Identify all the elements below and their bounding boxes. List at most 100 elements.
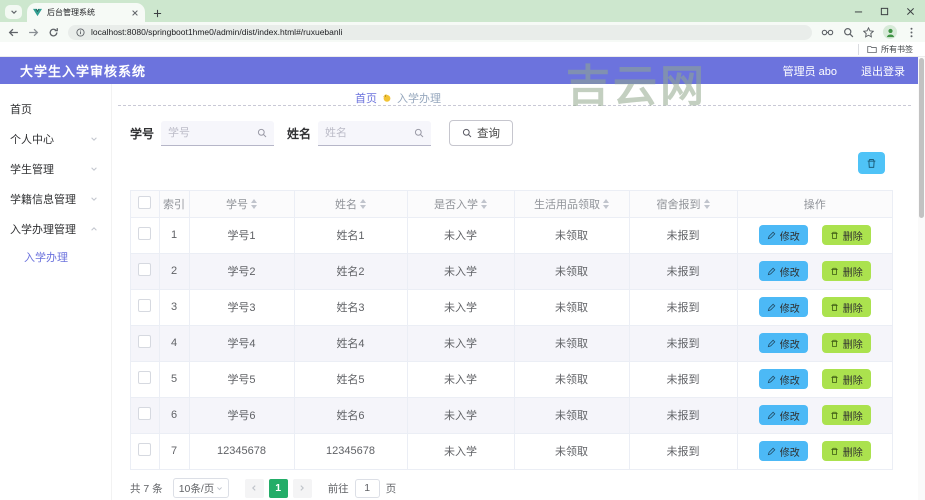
sidebar-item-student-management[interactable]: 学生管理 [0,154,111,184]
goto-page-input[interactable] [354,478,380,498]
col-header-index: 索引 [159,191,190,218]
row-checkbox[interactable] [138,227,152,240]
new-tab-button[interactable] [153,9,162,18]
sort-icons[interactable] [481,198,487,209]
col-header-enrolled[interactable]: 是否入学 [407,191,515,218]
cell-actions: 修改 删除 [737,289,892,326]
url-bar[interactable]: localhost:8080/springboot1hme0/admin/dis… [68,24,812,40]
row-checkbox[interactable] [138,407,152,420]
delete-button[interactable]: 删除 [821,225,871,245]
edit-button[interactable]: 修改 [758,333,808,353]
col-header-actions: 操作 [737,191,892,218]
back-icon[interactable] [8,27,19,38]
forward-icon[interactable] [28,27,39,38]
cell-dorm: 未报到 [629,253,738,290]
chick-icon [382,94,391,102]
row-checkbox[interactable] [138,335,152,348]
edit-button[interactable]: 修改 [758,261,808,281]
scrollbar-thumb[interactable] [919,58,924,218]
name-input[interactable] [325,126,415,139]
row-checkbox[interactable] [138,263,152,276]
tab-close-icon[interactable] [131,9,139,17]
table-body: 1 学号1 姓名1 未入学 未领取 未报到 修改 删除 2 学号2 姓名2 未入… [131,217,892,470]
cell-supplies: 未领取 [514,361,630,398]
query-button[interactable]: 查询 [449,120,514,146]
sidebar: 首页 个人中心 学生管理 学籍信息管理 入学办理管理 入学办理 [0,84,112,500]
delete-button[interactable]: 删除 [821,405,871,425]
page-scrollbar[interactable] [918,57,925,500]
row-select-cell [131,361,160,398]
cell-index: 3 [159,289,190,326]
zoom-icon[interactable] [843,27,854,38]
goto-prefix-label: 前往 [327,482,349,495]
select-all-checkbox[interactable] [138,195,152,209]
sort-icons[interactable] [251,198,257,209]
name-label: 姓名 [287,126,312,141]
batch-delete-button[interactable] [858,152,885,174]
cell-supplies: 未领取 [514,289,630,326]
col-header-student-id[interactable]: 学号 [189,191,295,218]
sidebar-item-personal-center[interactable]: 个人中心 [0,124,111,154]
col-header-dorm[interactable]: 宿舍报到 [629,191,738,218]
delete-button[interactable]: 删除 [821,261,871,281]
window-controls [854,0,915,22]
edit-button[interactable]: 修改 [758,405,808,425]
tab-search-button[interactable] [5,5,22,19]
name-field[interactable] [318,120,432,146]
table-row: 6 学号6 姓名6 未入学 未领取 未报到 修改 删除 [131,397,892,434]
cell-supplies: 未领取 [514,433,630,470]
delete-button[interactable]: 删除 [821,441,871,461]
trash-icon [831,411,838,419]
sort-icons[interactable] [360,198,366,209]
browser-menu-icon[interactable] [906,27,917,38]
trash-icon [831,267,838,275]
cell-name: 姓名2 [294,253,408,290]
edit-button[interactable]: 修改 [758,369,808,389]
reload-icon[interactable] [48,27,59,38]
chevron-down-icon [91,167,97,171]
browser-address-bar: localhost:8080/springboot1hme0/admin/dis… [0,22,925,42]
delete-button[interactable]: 删除 [821,297,871,317]
sort-icons[interactable] [603,198,609,209]
cell-enrolled: 未入学 [407,397,515,434]
logout-button[interactable]: 退出登录 [861,63,905,79]
student-id-field[interactable] [161,120,275,146]
site-info-icon[interactable] [76,27,85,37]
student-id-input[interactable] [168,126,258,139]
sidebar-item-home[interactable]: 首页 [0,94,111,124]
delete-button[interactable]: 删除 [821,333,871,353]
edit-button[interactable]: 修改 [758,297,808,317]
page-size-select[interactable]: 10条/页 [172,478,229,498]
bookmarks-bar: 所有书签 [0,42,925,57]
trash-icon [831,375,838,383]
current-page-button[interactable]: 1 [268,478,288,498]
browser-tab[interactable]: 后台管理系统 [27,3,145,22]
next-page-button[interactable] [292,478,312,498]
delete-button[interactable]: 删除 [821,369,871,389]
sidebar-item-enrollment-processing[interactable]: 入学办理 [0,244,111,270]
row-checkbox[interactable] [138,371,152,384]
password-manager-icon[interactable] [821,27,834,38]
close-window-icon[interactable] [906,7,915,16]
cell-dorm: 未报到 [629,397,738,434]
page-size-value: 10条/页 [178,482,215,495]
bookmark-star-icon[interactable] [863,26,874,38]
all-bookmarks-button[interactable]: 所有书签 [858,43,913,55]
sidebar-item-student-status-management[interactable]: 学籍信息管理 [0,184,111,214]
col-header-name[interactable]: 姓名 [294,191,408,218]
maximize-icon[interactable] [880,7,889,16]
sort-icons[interactable] [703,198,710,209]
table-row: 3 学号3 姓名3 未入学 未领取 未报到 修改 删除 [131,289,892,326]
edit-button[interactable]: 修改 [758,225,808,245]
breadcrumb-home[interactable]: 首页 [355,90,377,106]
col-header-supplies[interactable]: 生活用品领取 [514,191,630,218]
edit-button[interactable]: 修改 [758,441,808,461]
sidebar-item-enrollment-management[interactable]: 入学办理管理 [0,214,111,244]
profile-avatar[interactable] [883,25,897,39]
prev-page-button[interactable] [244,478,264,498]
minimize-icon[interactable] [854,7,863,16]
search-icon [257,128,267,137]
cell-name: 姓名6 [294,397,408,434]
row-checkbox[interactable] [138,299,152,312]
row-checkbox[interactable] [138,443,152,456]
